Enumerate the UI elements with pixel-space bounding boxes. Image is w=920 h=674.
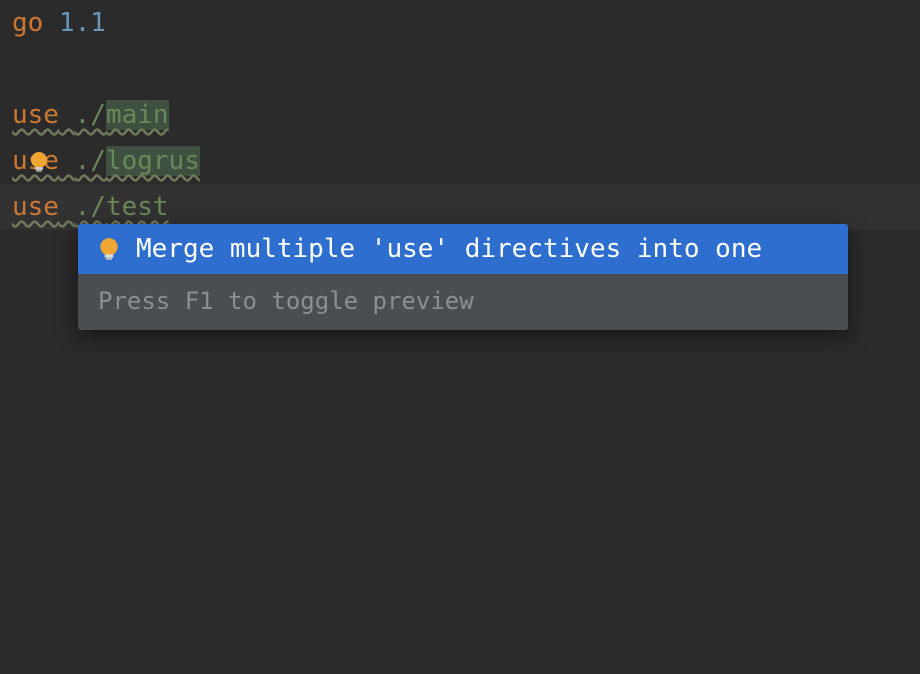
- keyword-go: go: [12, 8, 43, 38]
- intention-action-label: Merge multiple 'use' directives into one: [136, 232, 762, 266]
- code-line[interactable]: go 1.1: [12, 0, 920, 46]
- lightbulb-icon: [96, 236, 122, 262]
- code-editor[interactable]: go 1.1 use ./main use ./logrus use ./tes…: [0, 0, 920, 674]
- intention-action-merge-use[interactable]: Merge multiple 'use' directives into one: [78, 224, 848, 274]
- use-path: ./main: [59, 100, 169, 130]
- code-line[interactable]: use ./main: [12, 92, 920, 138]
- intention-popup: Merge multiple 'use' directives into one…: [78, 224, 848, 330]
- intention-popup-hint: Press F1 to toggle preview: [78, 274, 848, 330]
- use-path: ./test: [59, 192, 169, 222]
- intention-bulb-gutter[interactable]: [27, 150, 51, 174]
- go-version: 1.1: [59, 8, 106, 38]
- code-line[interactable]: use ./logrus: [12, 138, 920, 184]
- code-line-blank[interactable]: [12, 46, 920, 92]
- use-path: ./logrus: [59, 146, 200, 176]
- keyword-use: use: [12, 100, 59, 130]
- keyword-use: use: [12, 192, 59, 222]
- lightbulb-icon: [27, 150, 51, 174]
